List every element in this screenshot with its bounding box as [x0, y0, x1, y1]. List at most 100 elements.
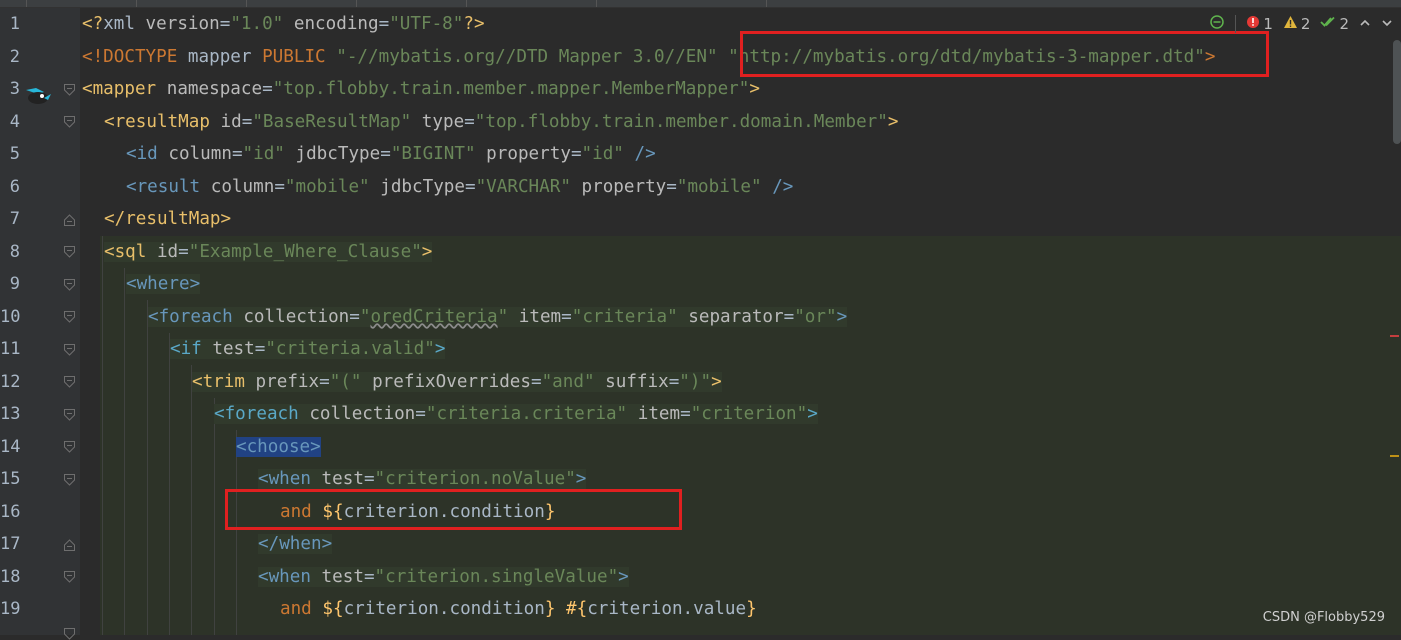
inspection-off-icon[interactable]	[1209, 14, 1225, 34]
token: xml	[103, 14, 135, 34]
token: "or"	[794, 306, 837, 327]
token: <	[148, 306, 159, 327]
token: type	[411, 111, 465, 132]
code-line-1[interactable]: <?xml version="1.0" encoding="UTF-8"?>	[82, 8, 485, 41]
code-line-9[interactable]: <where>	[126, 268, 201, 301]
code-line-13[interactable]: <foreach collection="criteria.criteria" …	[214, 398, 818, 431]
token: =	[561, 306, 572, 327]
token: =	[378, 14, 390, 34]
token: =	[254, 339, 266, 359]
token: separator	[677, 306, 784, 327]
token: </	[258, 534, 280, 554]
weak-warnings-count: 2	[1339, 15, 1349, 33]
token: "top.flobby.train.member.domain.Member"	[474, 111, 888, 132]
fold-close-icon[interactable]	[64, 214, 75, 226]
annotation-box-condition	[225, 489, 682, 530]
token: =	[274, 176, 285, 197]
token: =	[241, 111, 253, 132]
token: "top.flobby.train.member.mapper.MemberMa…	[272, 79, 750, 99]
token: and	[280, 599, 323, 619]
mybatis-mapper-icon[interactable]	[24, 84, 52, 108]
fold-open-icon[interactable]	[64, 571, 75, 583]
code-line-17[interactable]: </when>	[258, 528, 333, 561]
code-line-4[interactable]: <resultMap id="BaseResultMap" type="top.…	[104, 106, 898, 139]
token: criterion.value	[587, 599, 747, 619]
chevron-up-icon[interactable]	[1359, 15, 1371, 33]
tab[interactable]	[0, 0, 27, 7]
code-line-18[interactable]: <when test="criterion.singleValue">	[258, 561, 629, 594]
token: foreach	[158, 306, 233, 327]
token: =	[570, 144, 582, 164]
token: =	[380, 144, 391, 164]
weak-warnings-counter[interactable]: 2	[1320, 15, 1349, 33]
code-line-3[interactable]: <mapper namespace="top.flobby.train.memb…	[82, 73, 760, 106]
tab[interactable]	[596, 0, 767, 7]
line-number: 13	[0, 404, 21, 424]
token: >	[310, 436, 321, 457]
code-line-14[interactable]: <choose>	[236, 431, 321, 464]
token: <	[104, 111, 115, 132]
code-line-7[interactable]: </resultMap>	[104, 203, 231, 236]
token: trim	[202, 371, 245, 392]
warnings-counter[interactable]: 2	[1283, 15, 1311, 33]
fold-open-icon[interactable]	[64, 311, 75, 323]
token: <	[104, 241, 115, 262]
code-editor[interactable]: <?xml version="1.0" encoding="UTF-8"?> <…	[80, 8, 1401, 635]
line-number: 15	[0, 469, 21, 489]
token: }	[746, 599, 757, 619]
token: <	[126, 144, 137, 164]
token: />	[761, 176, 794, 197]
chevron-down-icon[interactable]	[1381, 15, 1393, 33]
fold-open-icon[interactable]	[64, 344, 75, 356]
code-line-12[interactable]: <trim prefix="(" prefixOverrides="and" s…	[192, 366, 722, 399]
fold-open-icon[interactable]	[64, 441, 75, 453]
token: }	[544, 599, 556, 619]
error-icon	[1246, 15, 1260, 33]
fold-open-icon[interactable]	[64, 409, 75, 421]
tab[interactable]	[26, 0, 137, 7]
token: <	[192, 371, 203, 392]
annotation-box-dtd-url	[740, 31, 1269, 77]
token: PUBLIC	[262, 46, 326, 67]
code-line-8[interactable]: <sql id="Example_Where_Clause">	[104, 236, 433, 269]
code-line-10[interactable]: <foreach collection="oredCriteria" item=…	[148, 301, 848, 334]
line-number: 2	[9, 46, 20, 67]
line-number-gutter[interactable]: 1 2 3 4 5 6 7 8 9 10 11 12 13 14 15 16 1…	[0, 8, 80, 640]
code-line-6[interactable]: <result column="mobile" jdbcType="VARCHA…	[126, 171, 793, 204]
line-number: 16	[0, 501, 21, 522]
token: column	[200, 176, 275, 197]
code-line-11[interactable]: <if test="criteria.valid">	[170, 333, 446, 366]
token: sql	[114, 241, 147, 262]
editor-tab-strip[interactable]	[0, 0, 1401, 8]
token: foreach	[224, 404, 299, 424]
vertical-scrollbar-thumb[interactable]	[1393, 40, 1401, 144]
token: test	[310, 469, 364, 489]
token: >	[836, 306, 848, 327]
error-stripe-marker[interactable]	[1390, 335, 1399, 337]
token: =	[415, 404, 426, 424]
warnings-count: 2	[1300, 15, 1311, 33]
warning-stripe-marker[interactable]	[1390, 455, 1399, 457]
fold-open-icon[interactable]	[64, 279, 75, 291]
token: if	[180, 339, 202, 359]
fold-open-icon[interactable]	[64, 84, 75, 96]
inspection-widget[interactable]: 1 2 2	[1209, 8, 1401, 40]
token: "criterion"	[690, 404, 808, 424]
code-line-5[interactable]: <id column="id" jdbcType="BIGINT" proper…	[126, 138, 656, 171]
fold-open-icon[interactable]	[64, 628, 75, 640]
errors-counter[interactable]: 1	[1246, 15, 1273, 33]
token: >	[189, 274, 201, 294]
code-line-19[interactable]: and ${criterion.condition} #{criterion.v…	[280, 593, 757, 626]
tab[interactable]	[136, 0, 247, 7]
fold-open-icon[interactable]	[64, 116, 75, 128]
fold-open-icon[interactable]	[64, 376, 75, 388]
fold-open-icon[interactable]	[64, 474, 75, 486]
fold-open-icon[interactable]	[64, 246, 75, 258]
tab[interactable]	[246, 0, 357, 7]
token: "VARCHAR"	[475, 176, 571, 197]
token: >	[220, 209, 232, 229]
tab[interactable]	[466, 0, 597, 7]
token: <	[170, 339, 181, 359]
tab[interactable]	[356, 0, 467, 7]
fold-close-icon[interactable]	[64, 539, 75, 551]
